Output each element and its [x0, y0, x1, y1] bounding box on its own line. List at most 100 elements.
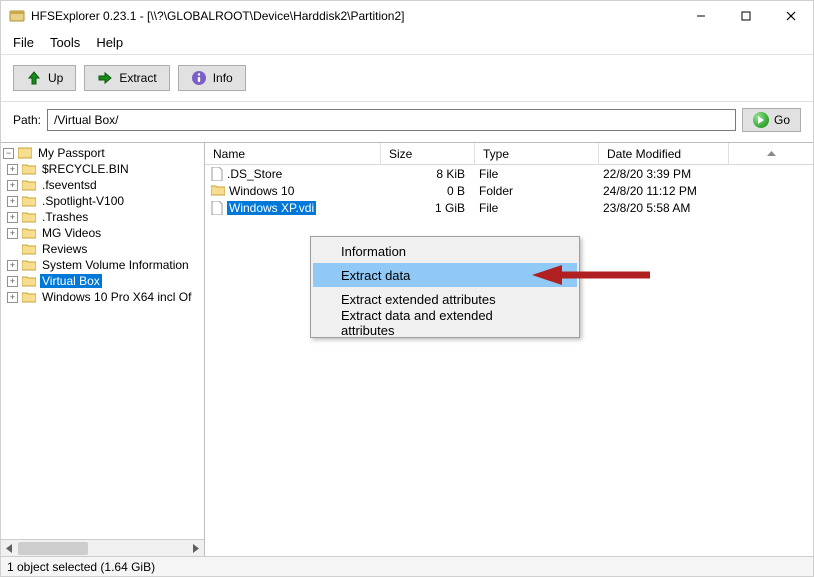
ctx-extract-data[interactable]: Extract data — [313, 263, 577, 287]
go-button[interactable]: Go — [742, 108, 801, 132]
scroll-thumb[interactable] — [18, 542, 88, 555]
col-type[interactable]: Type — [475, 143, 599, 164]
tree-item-label: MG Videos — [40, 226, 103, 240]
toolbar: Up Extract Info — [1, 54, 813, 102]
row-name: Windows 10 — [229, 184, 294, 198]
menu-tools[interactable]: Tools — [44, 33, 86, 52]
list-row[interactable]: .DS_Store 8 KiB File 22/8/20 3:39 PM — [205, 165, 813, 182]
path-row: Path: Go — [1, 102, 813, 142]
col-date[interactable]: Date Modified — [599, 143, 729, 164]
extract-label: Extract — [119, 71, 156, 85]
tree-item[interactable]: + MG Videos — [1, 225, 204, 241]
menubar: File Tools Help — [1, 31, 813, 54]
path-label: Path: — [13, 113, 41, 127]
file-icon — [211, 201, 223, 215]
extract-button[interactable]: Extract — [84, 65, 169, 91]
col-size[interactable]: Size — [381, 143, 475, 164]
tree-item[interactable]: + $RECYCLE.BIN — [1, 161, 204, 177]
tree-item[interactable]: + Virtual Box — [1, 273, 204, 289]
extract-arrow-icon — [97, 70, 113, 86]
go-icon — [753, 112, 769, 128]
up-arrow-icon — [26, 70, 42, 86]
up-button[interactable]: Up — [13, 65, 76, 91]
chevron-up-icon — [767, 151, 776, 156]
tree-item[interactable]: + .fseventsd — [1, 177, 204, 193]
tree-item[interactable]: +System Volume Information — [1, 257, 204, 273]
expand-icon[interactable]: + — [7, 212, 18, 223]
list-pane: Name Size Type Date Modified .DS_Store 8… — [205, 143, 813, 556]
tree-root[interactable]: − My Passport — [1, 145, 204, 161]
row-type: File — [475, 201, 599, 215]
file-icon — [211, 167, 223, 181]
tree-item[interactable]: + Windows 10 Pro X64 incl Of — [1, 289, 204, 305]
info-icon — [191, 70, 207, 86]
expand-icon[interactable]: + — [7, 196, 18, 207]
tree-item-label: Virtual Box — [40, 274, 102, 288]
row-size: 0 B — [381, 184, 475, 198]
scroll-track[interactable] — [18, 540, 187, 557]
status-text: 1 object selected (1.64 GiB) — [7, 560, 155, 574]
col-name[interactable]: Name — [205, 143, 381, 164]
minimize-button[interactable] — [678, 1, 723, 31]
folder-icon — [22, 291, 36, 303]
ctx-information[interactable]: Information — [313, 239, 577, 263]
expand-icon[interactable]: + — [7, 276, 18, 287]
window-title: HFSExplorer 0.23.1 - [\\?\GLOBALROOT\Dev… — [31, 9, 678, 23]
tree-item[interactable]: + .Spotlight-V100 — [1, 193, 204, 209]
list-row[interactable]: Windows XP.vdi 1 GiB File 23/8/20 5:58 A… — [205, 199, 813, 216]
path-input[interactable] — [47, 109, 736, 131]
tree-item[interactable]: +.Trashes — [1, 209, 204, 225]
row-size: 1 GiB — [381, 201, 475, 215]
folder-icon — [22, 211, 36, 223]
expand-icon[interactable]: + — [7, 260, 18, 271]
tree-root-label: My Passport — [36, 146, 107, 160]
list-body[interactable]: .DS_Store 8 KiB File 22/8/20 3:39 PM Win… — [205, 165, 813, 556]
folder-icon — [22, 227, 36, 239]
folder-icon — [22, 259, 36, 271]
drive-icon — [18, 147, 32, 159]
row-size: 8 KiB — [381, 167, 475, 181]
app-icon — [9, 8, 25, 24]
row-type: Folder — [475, 184, 599, 198]
expand-icon[interactable]: + — [7, 292, 18, 303]
tree-item-label: Reviews — [40, 242, 89, 256]
menu-file[interactable]: File — [7, 33, 40, 52]
info-label: Info — [213, 71, 233, 85]
scroll-left-icon[interactable] — [1, 540, 18, 557]
expand-icon[interactable]: + — [7, 180, 18, 191]
row-date: 24/8/20 11:12 PM — [599, 184, 729, 198]
close-button[interactable] — [768, 1, 813, 31]
status-bar: 1 object selected (1.64 GiB) — [1, 556, 813, 576]
up-label: Up — [48, 71, 63, 85]
folder-icon — [22, 179, 36, 191]
tree-pane: − My Passport +$RECYCLE.BIN +.fseventsd … — [1, 143, 205, 556]
info-button[interactable]: Info — [178, 65, 246, 91]
list-header: Name Size Type Date Modified — [205, 143, 813, 165]
tree-item[interactable]: Reviews — [1, 241, 204, 257]
folder-icon — [22, 243, 36, 255]
scroll-right-icon[interactable] — [187, 540, 204, 557]
row-date: 22/8/20 3:39 PM — [599, 167, 729, 181]
expand-icon[interactable]: + — [7, 164, 18, 175]
ctx-extract-data-and-ext[interactable]: Extract data and extended attributes — [313, 311, 577, 335]
row-name: .DS_Store — [227, 167, 282, 181]
tree-item-label: .fseventsd — [40, 178, 99, 192]
collapse-icon[interactable]: − — [3, 148, 14, 159]
maximize-button[interactable] — [723, 1, 768, 31]
folder-icon — [211, 185, 225, 196]
menu-help[interactable]: Help — [90, 33, 129, 52]
expand-icon[interactable]: + — [7, 228, 18, 239]
tree-item-label: .Spotlight-V100 — [40, 194, 126, 208]
tree-body[interactable]: − My Passport +$RECYCLE.BIN +.fseventsd … — [1, 143, 204, 539]
tree-item-label: $RECYCLE.BIN — [40, 162, 131, 176]
titlebar: HFSExplorer 0.23.1 - [\\?\GLOBALROOT\Dev… — [1, 1, 813, 31]
row-date: 23/8/20 5:58 AM — [599, 201, 729, 215]
tree-item-label: Windows 10 Pro X64 incl Of — [40, 290, 193, 304]
main-split: − My Passport +$RECYCLE.BIN +.fseventsd … — [1, 142, 813, 556]
list-row[interactable]: Windows 10 0 B Folder 24/8/20 11:12 PM — [205, 182, 813, 199]
folder-icon — [22, 163, 36, 175]
tree-h-scrollbar[interactable] — [1, 539, 204, 556]
row-type: File — [475, 167, 599, 181]
context-menu[interactable]: Information Extract data Extract extende… — [310, 236, 580, 338]
col-sort-indicator[interactable] — [729, 143, 813, 164]
